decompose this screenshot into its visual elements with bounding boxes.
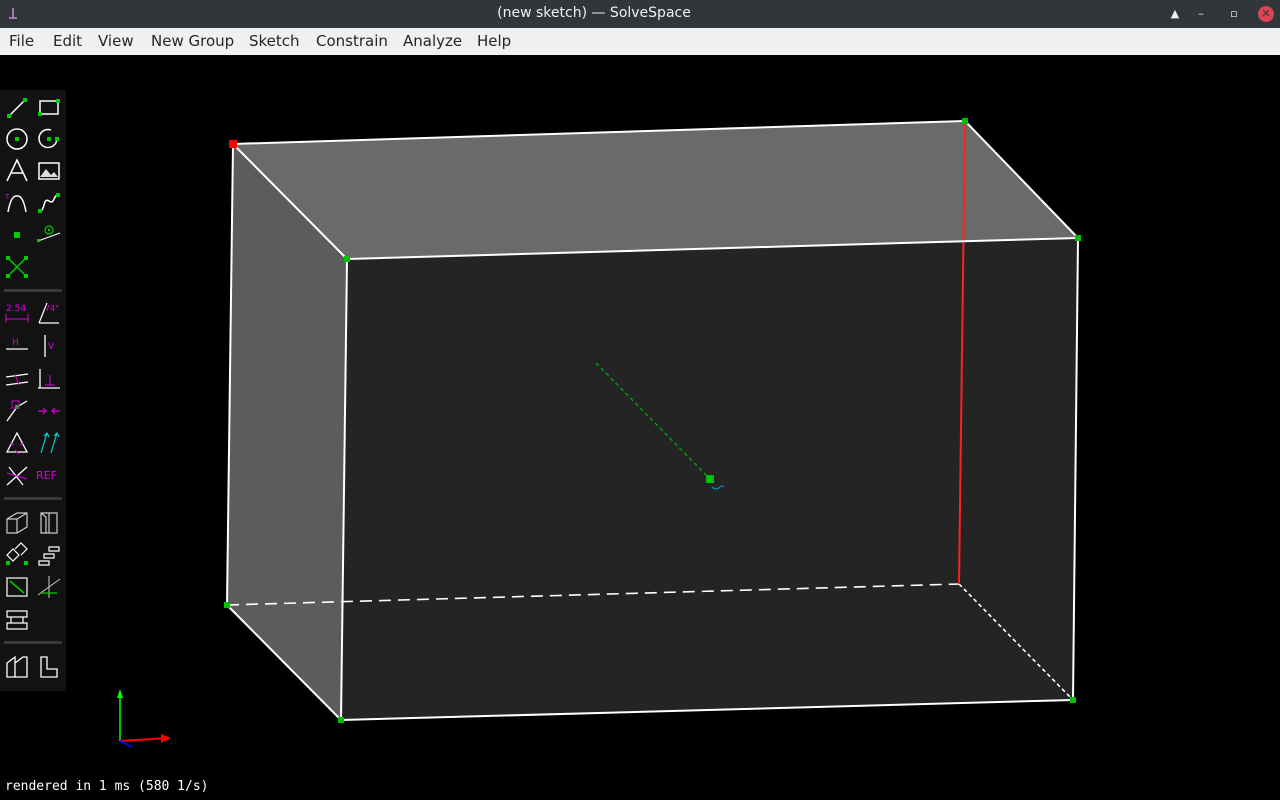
menu-view[interactable]: View — [98, 32, 134, 50]
menu-file[interactable]: File — [9, 32, 34, 50]
vertical-label: V — [48, 342, 55, 352]
toolbar: T 2.54 74° H V REF — [0, 90, 66, 691]
menu-sketch[interactable]: Sketch — [249, 32, 300, 50]
workplane-icon[interactable] — [35, 221, 63, 249]
arc-icon[interactable] — [35, 125, 63, 153]
vertex — [224, 602, 230, 608]
keep-above-icon[interactable]: ▲ — [1167, 6, 1183, 22]
vertical-icon[interactable]: V — [35, 332, 63, 360]
point-on-entity-icon[interactable] — [3, 397, 31, 425]
symmetric-icon[interactable] — [35, 397, 63, 425]
construction-toggle-icon[interactable] — [3, 253, 31, 281]
center-point — [706, 475, 714, 483]
title-bar: (new sketch) — SolveSpace ▲ – ▫ ✕ — [0, 0, 1280, 28]
text-icon[interactable] — [3, 157, 31, 185]
axis-triad — [117, 689, 171, 748]
sketch-2d-icon[interactable] — [35, 653, 63, 681]
other-supplementary-icon[interactable] — [3, 461, 31, 489]
maximize-icon[interactable]: ▫ — [1226, 6, 1242, 22]
menu-edit[interactable]: Edit — [53, 32, 82, 50]
horizontal-label: H — [12, 338, 19, 348]
sketch-in-3d-icon[interactable] — [35, 573, 63, 601]
cubic-spline-icon[interactable] — [35, 189, 63, 217]
parallel-icon[interactable] — [3, 365, 31, 393]
toolbar-separator — [4, 497, 62, 500]
tangent-arc-icon[interactable]: T — [3, 189, 31, 217]
same-orientation-icon[interactable] — [35, 429, 63, 457]
image-icon[interactable] — [35, 157, 63, 185]
rectangle-icon[interactable] — [35, 94, 63, 122]
vertex — [1070, 697, 1076, 703]
menu-new-group[interactable]: New Group — [151, 32, 234, 50]
perpendicular-icon[interactable] — [35, 365, 63, 393]
equal-length-icon[interactable] — [3, 429, 31, 457]
menu-analyze[interactable]: Analyze — [403, 32, 462, 50]
vertex — [344, 256, 350, 262]
window-title: (new sketch) — SolveSpace — [497, 5, 691, 21]
reference-label: REF — [36, 469, 57, 482]
selected-vertex — [229, 140, 237, 148]
render-status: rendered in 1 ms (580 1/s) — [5, 779, 209, 794]
minimize-icon[interactable]: – — [1193, 6, 1209, 22]
vertex — [962, 118, 968, 124]
svg-text:T: T — [4, 193, 10, 201]
horizontal-icon[interactable]: H — [3, 332, 31, 360]
angle-dimension-icon[interactable]: 74° — [35, 299, 63, 327]
vertex — [338, 717, 344, 723]
menu-constrain[interactable]: Constrain — [316, 32, 388, 50]
lathe-icon[interactable] — [35, 509, 63, 537]
step-translate-icon[interactable] — [35, 541, 63, 569]
toolbar-separator — [4, 289, 62, 292]
link-part-icon[interactable] — [3, 605, 31, 633]
angle-label: 74° — [45, 304, 59, 313]
toolbar-separator — [4, 641, 62, 644]
close-icon[interactable]: ✕ — [1258, 6, 1274, 22]
menu-bar: File Edit View New Group Sketch Constrai… — [0, 28, 1280, 55]
extrude-icon[interactable] — [3, 509, 31, 537]
step-rotate-icon[interactable] — [3, 541, 31, 569]
assemble-icon[interactable] — [3, 653, 31, 681]
top-face — [233, 121, 1078, 259]
line-segment-icon[interactable] — [3, 94, 31, 122]
distance-dimension-icon[interactable]: 2.54 — [3, 299, 31, 327]
sketch-in-new-workplane-icon[interactable] — [3, 573, 31, 601]
datum-point-icon[interactable] — [3, 221, 31, 249]
graphics-viewport[interactable] — [0, 55, 1280, 775]
x-axis — [119, 737, 169, 742]
distance-label: 2.54 — [6, 304, 26, 314]
reference-icon[interactable]: REF — [35, 461, 63, 489]
circle-icon[interactable] — [3, 125, 31, 153]
menu-help[interactable]: Help — [477, 32, 511, 50]
vertex — [1075, 235, 1081, 241]
z-axis — [119, 740, 133, 748]
